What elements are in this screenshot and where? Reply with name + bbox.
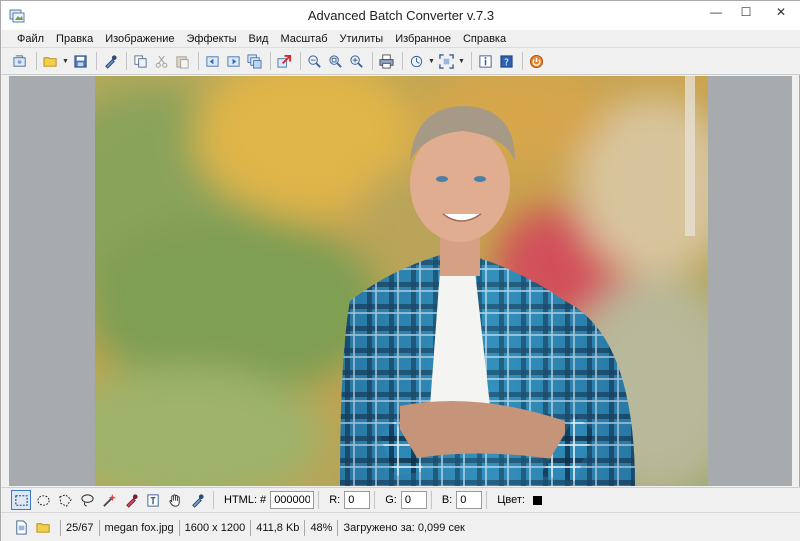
load-time: Загружено за: 0,099 сек	[343, 521, 465, 534]
b-value-field[interactable]	[456, 491, 483, 509]
file-name: megan fox.jpg	[104, 521, 174, 534]
help-icon[interactable]: ?	[497, 52, 516, 71]
r-value-field[interactable]	[344, 491, 371, 509]
color-swatch[interactable]	[532, 495, 542, 505]
copy-icon[interactable]	[131, 52, 150, 71]
exit-icon[interactable]	[527, 52, 546, 71]
menu-bar: Файл Правка Изображение Эффекты Вид Масш…	[1, 30, 800, 48]
fullscreen-dropdown-icon[interactable]: ▼	[458, 52, 465, 71]
maximize-button[interactable]: ☐	[731, 1, 761, 23]
menu-effects[interactable]: Эффекты	[181, 31, 243, 47]
html-color-label: HTML: #	[224, 494, 267, 506]
svg-text:?: ?	[504, 57, 509, 68]
ellipse-select-icon[interactable]	[33, 490, 53, 510]
next-image-icon[interactable]	[224, 52, 243, 71]
rotate-icon[interactable]	[407, 52, 426, 71]
open-folder-icon[interactable]	[41, 52, 60, 71]
info-icon[interactable]	[476, 52, 495, 71]
new-document-icon[interactable]	[11, 518, 31, 538]
paste-icon[interactable]	[173, 52, 192, 71]
print-icon[interactable]	[377, 52, 396, 71]
convert-icon[interactable]	[275, 52, 294, 71]
zoom-in-icon[interactable]	[347, 52, 366, 71]
zoom-out-icon[interactable]	[305, 52, 324, 71]
html-color-field[interactable]	[270, 491, 315, 509]
menu-image[interactable]: Изображение	[99, 31, 180, 47]
menu-utilities[interactable]: Утилиты	[334, 31, 390, 47]
menu-help[interactable]: Справка	[457, 31, 512, 47]
menu-favorites[interactable]: Избранное	[389, 31, 457, 47]
zoom-level: 48%	[310, 521, 333, 534]
g-value-field[interactable]	[400, 491, 427, 509]
prev-image-icon[interactable]	[203, 52, 222, 71]
window-title: Advanced Batch Converter v.7.3	[307, 8, 495, 23]
rotate-dropdown-icon[interactable]: ▼	[428, 52, 435, 71]
r-label: R:	[329, 494, 341, 506]
dropper-icon[interactable]	[121, 490, 141, 510]
title-bar: Advanced Batch Converter v.7.3 — ☐ ✕	[1, 1, 800, 30]
image-dimensions: 1600 x 1200	[184, 521, 246, 534]
photo-preview	[95, 76, 708, 486]
close-button[interactable]: ✕	[761, 1, 800, 23]
image-position: 25/67	[66, 521, 94, 534]
menu-zoom[interactable]: Масштаб	[274, 31, 333, 47]
minimize-button[interactable]: —	[701, 1, 731, 23]
main-toolbar: ▼ ▼ ▼ ?	[1, 48, 800, 75]
open-dropdown-icon[interactable]: ▼	[62, 52, 69, 71]
menu-file[interactable]: Файл	[11, 31, 50, 47]
polygon-select-icon[interactable]	[55, 490, 75, 510]
hand-icon[interactable]	[165, 490, 185, 510]
app-window: Advanced Batch Converter v.7.3 — ☐ ✕ Фай…	[0, 0, 800, 541]
g-label: G:	[385, 494, 397, 506]
zoom-fit-icon[interactable]	[326, 52, 345, 71]
magic-wand-icon[interactable]	[99, 490, 119, 510]
folder-icon[interactable]	[33, 518, 53, 538]
color-label: Цвет:	[497, 494, 525, 506]
pipette-icon[interactable]	[187, 490, 207, 510]
text-icon[interactable]	[143, 490, 163, 510]
rect-select-icon[interactable]	[11, 490, 31, 510]
image-canvas[interactable]	[9, 76, 792, 486]
status-bar: 25/67 megan fox.jpg 1600 x 1200 411,8 Kb…	[1, 512, 800, 541]
eyedropper-icon[interactable]	[101, 52, 120, 71]
file-size: 411,8 Kb	[256, 521, 300, 534]
batch-icon[interactable]	[245, 52, 264, 71]
menu-view[interactable]: Вид	[243, 31, 275, 47]
fullscreen-icon[interactable]	[437, 52, 456, 71]
menu-edit[interactable]: Правка	[50, 31, 99, 47]
browse-icon[interactable]	[11, 52, 30, 71]
selection-toolbar: HTML: # R: G: B: Цвет:	[1, 487, 800, 512]
save-icon[interactable]	[71, 52, 90, 71]
cut-icon[interactable]	[152, 52, 171, 71]
b-label: B:	[441, 494, 453, 506]
lasso-icon[interactable]	[77, 490, 97, 510]
